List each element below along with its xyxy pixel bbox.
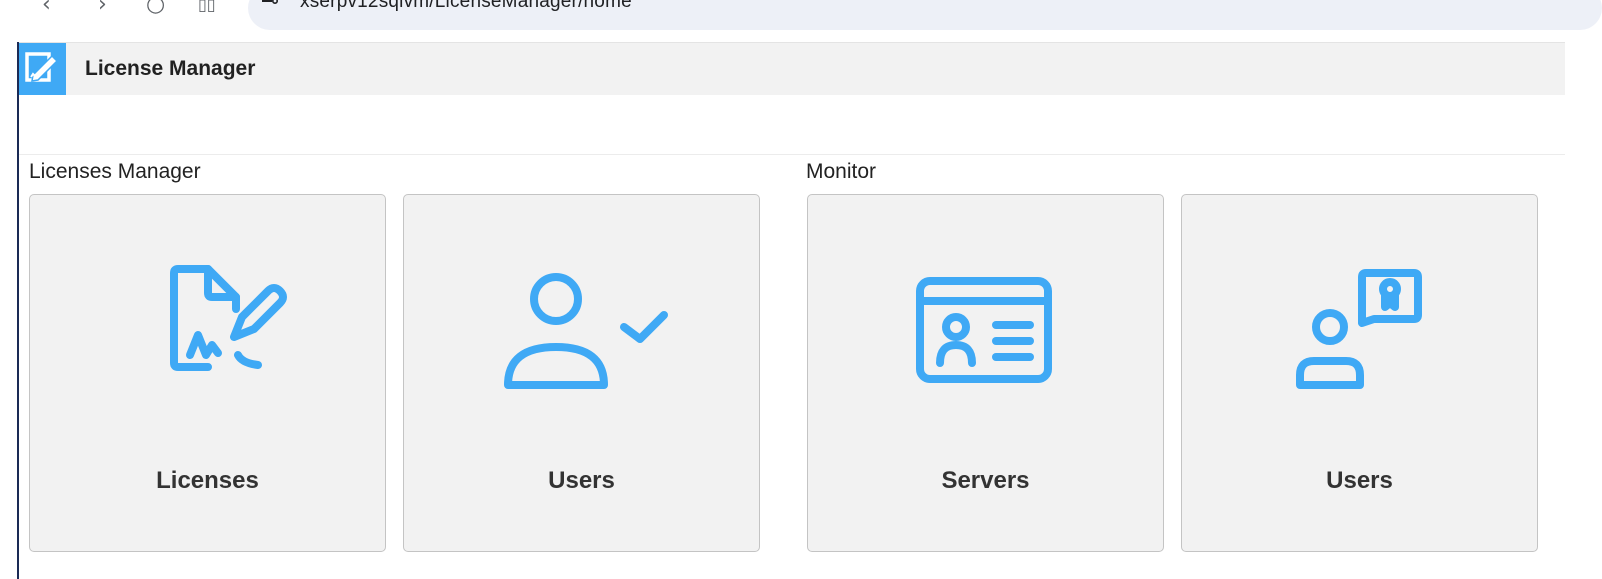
app-header: License Manager <box>19 42 1565 95</box>
document-signature-icon <box>170 265 287 371</box>
divider <box>19 154 1565 155</box>
tile-servers[interactable]: Servers <box>807 194 1164 552</box>
tile-label: Licenses <box>156 467 259 494</box>
reload-icon[interactable]: ○ <box>146 0 165 16</box>
edit-document-icon[interactable] <box>19 43 66 95</box>
apps-grid-icon[interactable]: ▯▯ <box>198 0 216 16</box>
site-info-icon[interactable] <box>262 0 278 8</box>
section-title-monitor: Monitor <box>806 160 877 183</box>
window-edge <box>17 42 19 579</box>
tile-users-licenses[interactable]: Users <box>403 194 760 552</box>
section-title-licenses-manager: Licenses Manager <box>29 160 201 183</box>
tile-users-monitor[interactable]: Users <box>1181 194 1538 552</box>
tile-licenses[interactable]: Licenses <box>29 194 386 552</box>
app-title: License Manager <box>85 57 256 80</box>
tile-label: Users <box>548 467 615 494</box>
user-check-icon <box>504 273 668 389</box>
app-window: ‹ › ○ ▯▯ xserpv12sqlvm/LicenseManager/ho… <box>0 0 1602 579</box>
chevron-left-icon[interactable]: ‹ <box>42 0 51 16</box>
browser-toolbar: ‹ › ○ ▯▯ xserpv12sqlvm/LicenseManager/ho… <box>0 0 1602 40</box>
user-certificate-icon <box>1296 269 1422 389</box>
url-text[interactable]: xserpv12sqlvm/LicenseManager/home <box>300 0 632 13</box>
id-card-icon <box>916 277 1052 383</box>
tile-label: Servers <box>941 467 1030 494</box>
chevron-right-icon[interactable]: › <box>98 0 107 16</box>
tile-label: Users <box>1326 467 1393 494</box>
